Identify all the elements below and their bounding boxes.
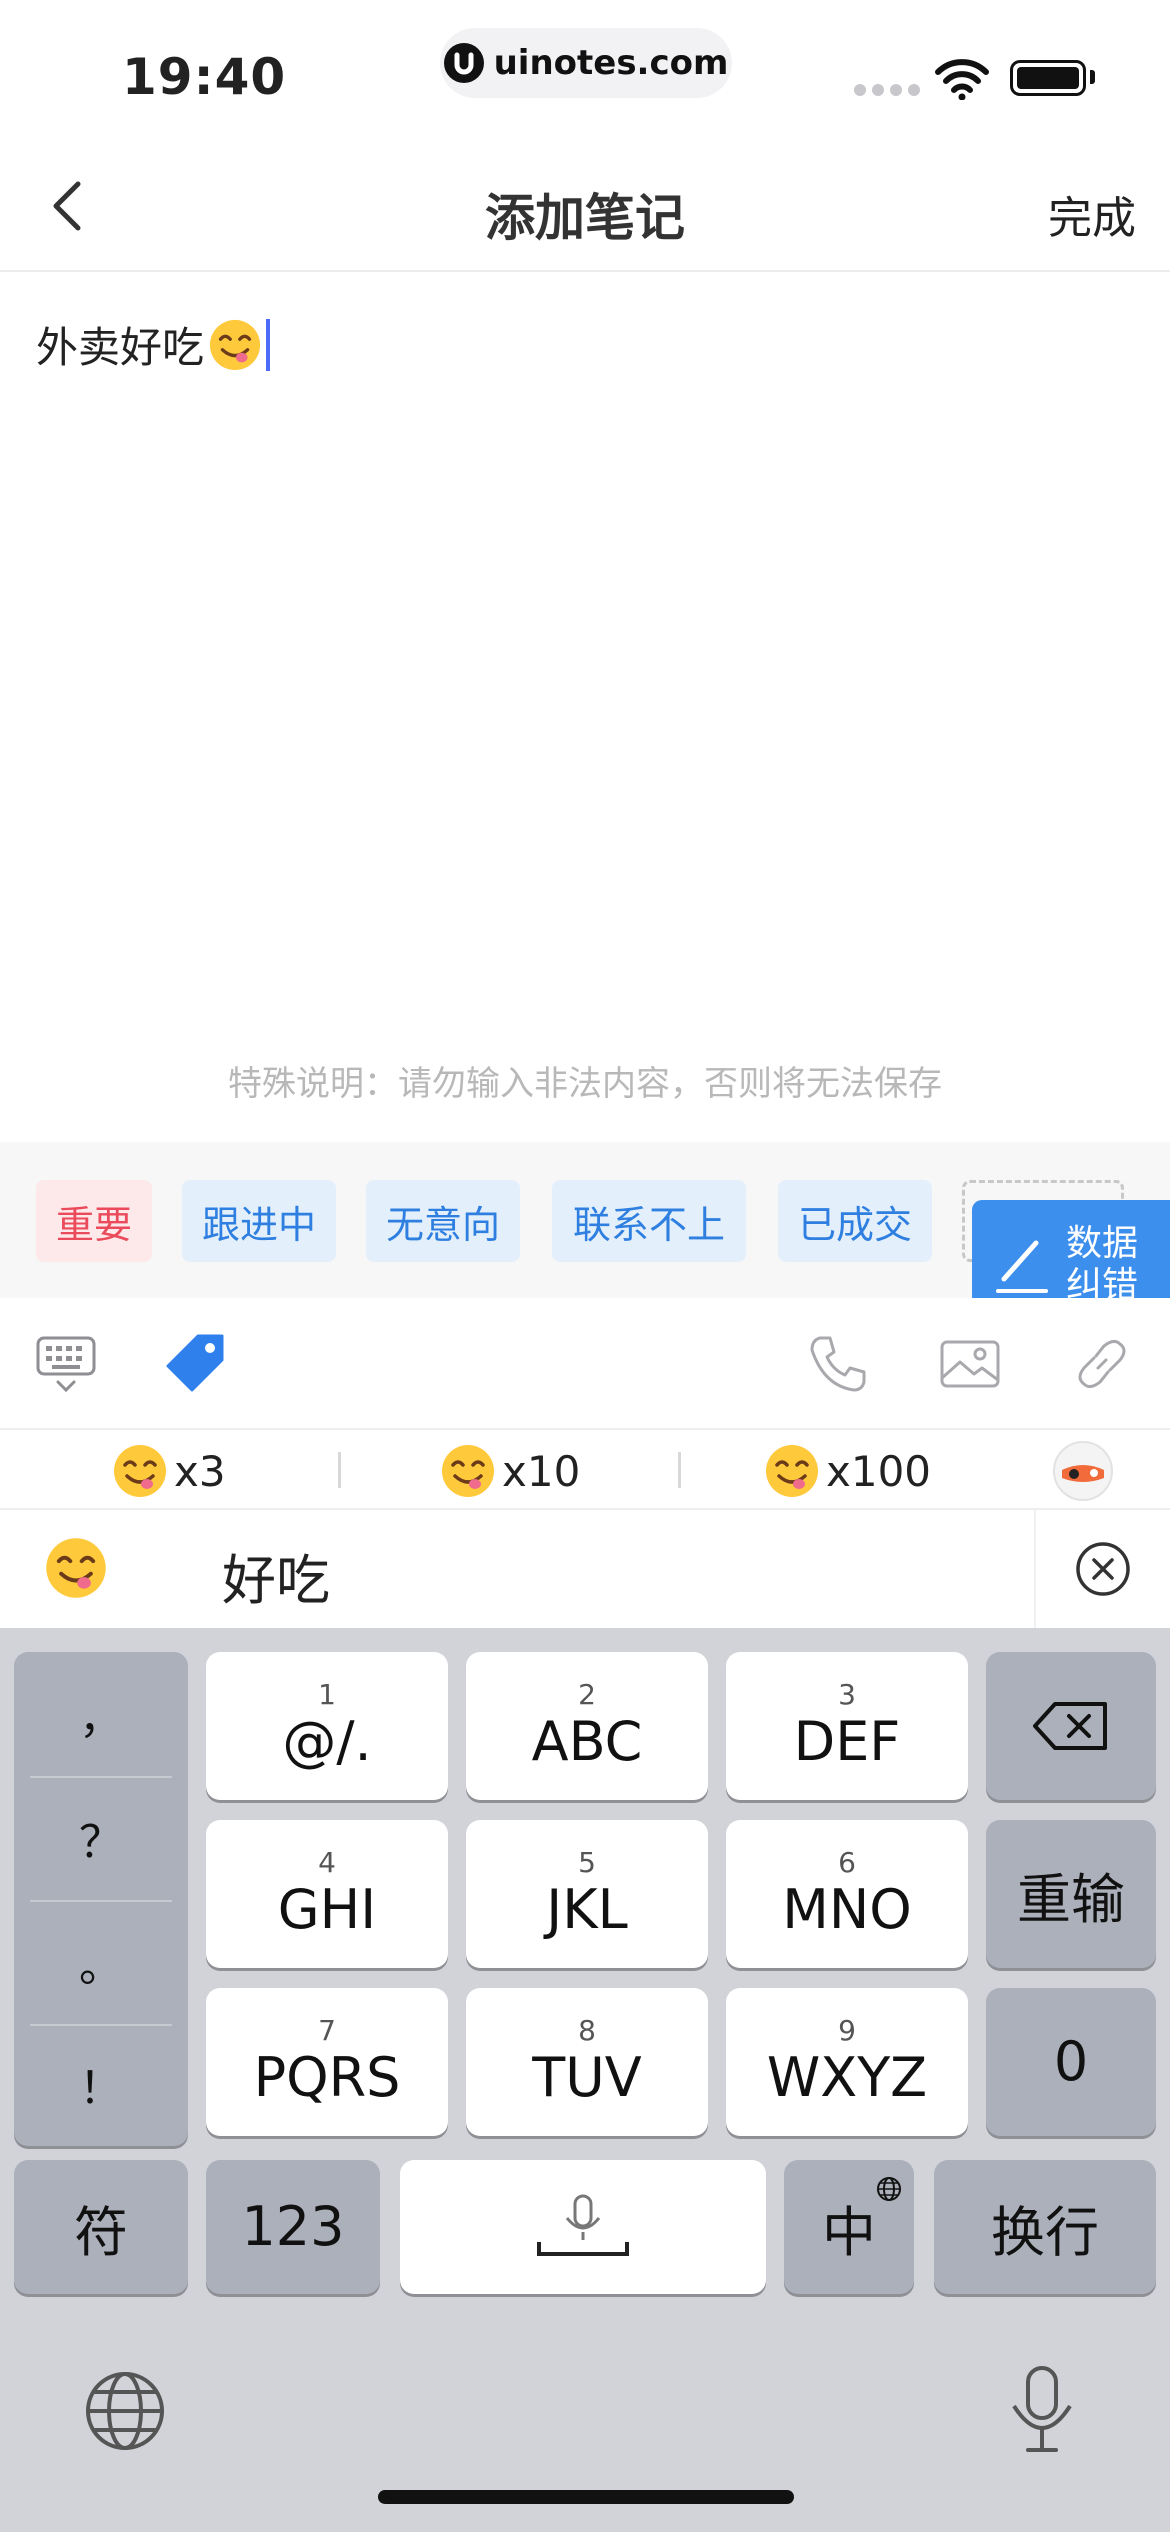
sticker-mascot-icon[interactable]: [1052, 1440, 1114, 1502]
yum-emoji-icon: [766, 1445, 818, 1497]
keyboard: ， ？ 。 ！ 1 @/. 2 ABC 3 DEF 4 GHI 5 JKL 6 MNO 重输…: [0, 1628, 1170, 2532]
notice-text: 特殊说明：请勿输入非法内容，否则将无法保存: [228, 1064, 942, 1104]
note-editor[interactable]: 外卖好吃: [0, 272, 1170, 1142]
note-text-area[interactable]: 外卖好吃: [36, 314, 271, 375]
close-circle-icon: [1076, 1542, 1130, 1596]
note-text: 外卖好吃: [36, 323, 205, 372]
key-8[interactable]: 8 TUV: [466, 1988, 708, 2136]
page-title: 添加笔记: [485, 189, 685, 247]
punctuation-column: ， ？ 。 ！: [14, 1652, 188, 2146]
home-indicator[interactable]: [378, 2490, 794, 2504]
candidate-word[interactable]: 好吃: [222, 1536, 330, 1615]
symbols-key[interactable]: 符: [14, 2160, 188, 2294]
tag-important[interactable]: 重要: [36, 1180, 152, 1262]
key-5[interactable]: 5 JKL: [466, 1820, 708, 1968]
tag-following[interactable]: 跟进中: [182, 1180, 336, 1262]
punct-question-key[interactable]: ？: [14, 1776, 188, 1900]
emoji-suggestion-x10[interactable]: x10: [440, 1442, 580, 1500]
ime-candidate-bar: 好吃: [0, 1510, 1170, 1628]
status-bar: 19:40 uinotes.com: [0, 0, 1170, 140]
key-7[interactable]: 7 PQRS: [206, 1988, 448, 2136]
editor-toolbar: [0, 1298, 1170, 1430]
key-3[interactable]: 3 DEF: [726, 1652, 968, 1800]
key-4[interactable]: 4 GHI: [206, 1820, 448, 1968]
phone-icon[interactable]: [806, 1332, 870, 1396]
image-icon[interactable]: [938, 1332, 1002, 1396]
status-time: 19:40: [122, 48, 287, 106]
key-6[interactable]: 6 MNO: [726, 1820, 968, 1968]
text-caret: [266, 318, 271, 371]
small-globe-icon: [877, 2177, 901, 2201]
done-button[interactable]: 完成: [1048, 182, 1136, 246]
punct-period-key[interactable]: 。: [14, 1900, 188, 2024]
battery-tip: [1090, 70, 1095, 84]
yum-emoji-icon: [209, 319, 261, 370]
link-icon[interactable]: [1070, 1332, 1134, 1396]
tag-closed-deal[interactable]: 已成交: [778, 1180, 932, 1262]
key-2[interactable]: 2 ABC: [466, 1652, 708, 1800]
emoji-suggestion-x3[interactable]: x3: [112, 1442, 226, 1500]
cellular-signal-icon: [854, 84, 920, 96]
emoji-suggestion-row: x3 x10 x100: [0, 1430, 1170, 1510]
tag-unreachable[interactable]: 联系不上: [552, 1180, 746, 1262]
microphone-icon[interactable]: [1006, 2364, 1078, 2454]
tag-icon[interactable]: [164, 1332, 228, 1396]
yum-emoji-icon: [442, 1445, 494, 1497]
wifi-icon: [935, 59, 989, 100]
correction-label: 数据 纠错: [1066, 1223, 1139, 1306]
return-key[interactable]: 换行: [934, 2160, 1156, 2294]
punct-comma-key[interactable]: ，: [14, 1652, 188, 1776]
yum-emoji-icon: [114, 1445, 166, 1497]
backspace-key[interactable]: [986, 1652, 1156, 1800]
key-9[interactable]: 9 WXYZ: [726, 1988, 968, 2136]
site-logo-icon: [443, 43, 484, 83]
punct-exclaim-key[interactable]: ！: [14, 2022, 188, 2146]
nav-bar: 添加笔记 完成: [0, 140, 1170, 272]
language-key[interactable]: 中: [784, 2160, 914, 2294]
space-key[interactable]: [400, 2160, 766, 2294]
keyboard-icon[interactable]: [34, 1332, 98, 1396]
candidate-close-button[interactable]: [1034, 1510, 1170, 1628]
globe-icon[interactable]: [84, 2370, 166, 2452]
url-pill[interactable]: uinotes.com: [440, 28, 732, 98]
backspace-icon: [1033, 1702, 1107, 1750]
reinput-key[interactable]: 重输: [986, 1820, 1156, 1968]
numbers-key[interactable]: 123: [206, 2160, 380, 2294]
zero-key[interactable]: 0: [986, 1988, 1156, 2136]
battery-icon: [1010, 60, 1086, 96]
key-1[interactable]: 1 @/.: [206, 1652, 448, 1800]
space-mic-icon: [537, 2194, 629, 2256]
tag-no-intent[interactable]: 无意向: [366, 1180, 520, 1262]
emoji-suggestion-x100[interactable]: x100: [764, 1442, 931, 1500]
url-text: uinotes.com: [493, 43, 729, 83]
divider: [338, 1452, 341, 1488]
yum-emoji-candidate[interactable]: [44, 1536, 108, 1600]
pencil-icon: [996, 1240, 1048, 1293]
divider: [678, 1452, 681, 1488]
